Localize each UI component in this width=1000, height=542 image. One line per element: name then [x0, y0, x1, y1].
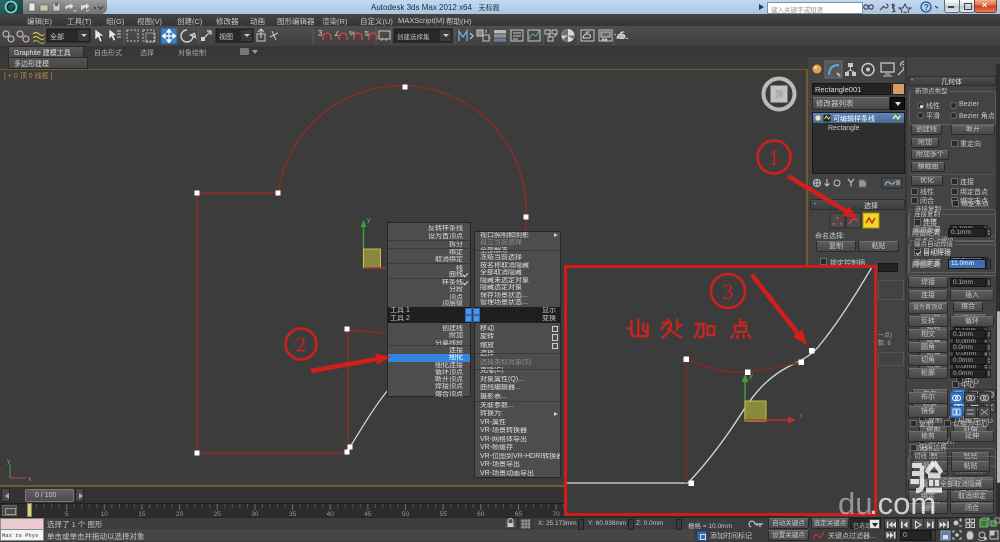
svg-text:?: ? [924, 3, 929, 12]
svg-text:x: x [799, 411, 803, 420]
svg-text:y: y [367, 217, 371, 224]
